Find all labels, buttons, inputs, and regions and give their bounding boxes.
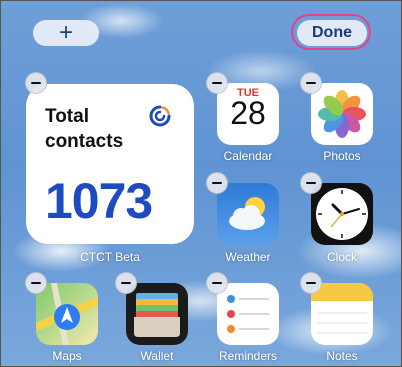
remove-weather-button[interactable] bbox=[206, 172, 228, 194]
remove-calendar-button[interactable] bbox=[206, 72, 228, 94]
photos-flower-icon bbox=[318, 90, 366, 138]
maps-label: Maps bbox=[52, 349, 82, 363]
map-arrow-icon bbox=[36, 283, 98, 345]
ctct-widget[interactable]: Total contacts 1073 bbox=[26, 84, 194, 244]
add-widget-button[interactable]: + bbox=[33, 20, 99, 46]
calendar-date: 28 bbox=[230, 95, 266, 131]
weather-app-icon[interactable] bbox=[217, 183, 279, 245]
notes-app-icon[interactable] bbox=[311, 283, 373, 345]
remove-wallet-button[interactable] bbox=[115, 272, 137, 294]
reminders-label: Reminders bbox=[218, 349, 278, 363]
remove-notes-button[interactable] bbox=[300, 272, 322, 294]
photos-app-icon[interactable] bbox=[311, 83, 373, 145]
clock-face-icon bbox=[316, 188, 368, 240]
calendar-label: Calendar bbox=[223, 149, 273, 163]
remove-widget-button[interactable] bbox=[25, 72, 47, 94]
reminders-list-icon bbox=[227, 295, 269, 333]
remove-photos-button[interactable] bbox=[300, 72, 322, 94]
reminders-app-icon[interactable] bbox=[217, 283, 279, 345]
weather-label: Weather bbox=[225, 250, 271, 264]
sun-cloud-icon bbox=[229, 197, 265, 230]
constant-contact-logo-icon bbox=[149, 105, 171, 127]
widget-label: CTCT Beta bbox=[80, 250, 140, 264]
calendar-app-icon[interactable]: TUE 28 bbox=[217, 83, 279, 145]
notes-label: Notes bbox=[326, 349, 358, 363]
home-screen-edit-mode: + Done Total contacts 1073 CTCT Beta TUE… bbox=[0, 0, 402, 367]
clock-app-icon[interactable] bbox=[311, 183, 373, 245]
photos-label: Photos bbox=[323, 149, 361, 163]
wallet-label: Wallet bbox=[140, 349, 174, 363]
done-button[interactable]: Done bbox=[297, 20, 367, 46]
remove-maps-button[interactable] bbox=[25, 272, 47, 294]
widget-title: Total contacts bbox=[45, 106, 124, 152]
remove-reminders-button[interactable] bbox=[206, 272, 228, 294]
contacts-count: 1073 bbox=[45, 173, 153, 229]
wallet-cards-icon bbox=[134, 293, 180, 337]
wallet-app-icon[interactable] bbox=[126, 283, 188, 345]
clock-label: Clock bbox=[326, 250, 357, 264]
remove-clock-button[interactable] bbox=[300, 172, 322, 194]
notes-pad-icon bbox=[311, 283, 373, 334]
maps-app-icon[interactable] bbox=[36, 283, 98, 345]
